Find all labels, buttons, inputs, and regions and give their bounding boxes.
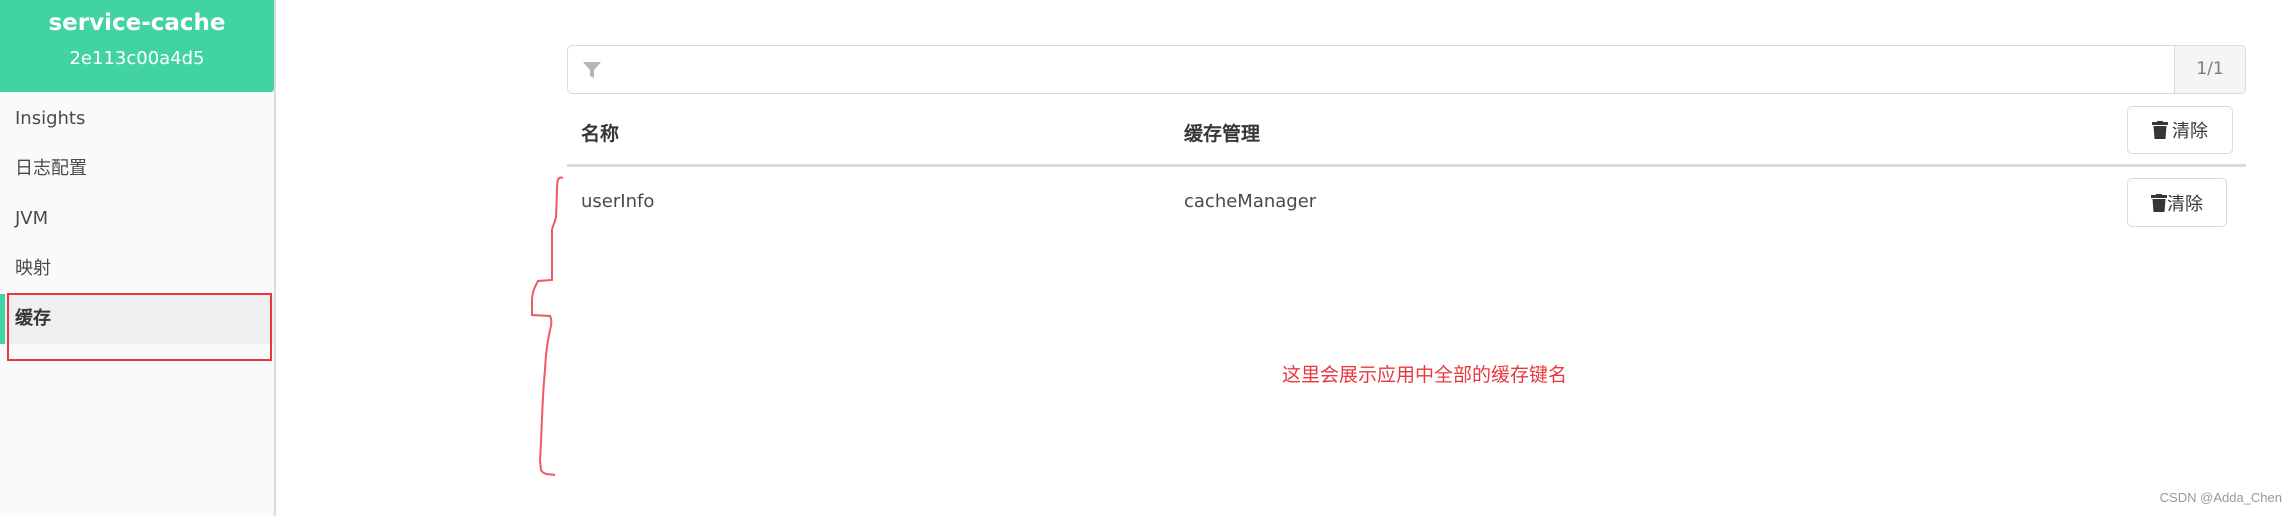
clear-all-button[interactable]: 清除: [2127, 106, 2233, 154]
column-header-cache-manager: 缓存管理: [1184, 123, 1261, 145]
sidebar-item-mappings[interactable]: 映射: [0, 244, 274, 294]
instance-id: 2e113c00a4d5: [69, 48, 205, 69]
annotation-note: 这里会展示应用中全部的缓存键名: [1282, 364, 1568, 386]
app-header: service-cache 2e113c00a4d5: [0, 0, 274, 92]
page-indicator: 1/1: [2174, 46, 2245, 93]
sidebar: service-cache 2e113c00a4d5 Insights 日志配置…: [0, 0, 276, 516]
filter-icon: [583, 62, 601, 78]
annotation-highlight-box: [7, 293, 272, 361]
annotation-brace: [531, 176, 564, 476]
watermark: CSDN @Adda_Chen: [2159, 490, 2282, 505]
trash-icon: [2151, 193, 2167, 212]
cache-manager: cacheManager: [1184, 191, 1317, 212]
filter-bar: 1/1: [567, 45, 2246, 95]
table-row: userInfo cacheManager 清除: [567, 167, 2246, 237]
sidebar-item-insights[interactable]: Insights: [0, 94, 274, 144]
trash-icon: [2152, 121, 2168, 139]
sidebar-item-logging[interactable]: 日志配置: [0, 144, 274, 194]
app-name: service-cache: [48, 10, 226, 36]
clear-cache-label: 清除: [2167, 193, 2203, 215]
column-header-name: 名称: [581, 123, 620, 145]
sidebar-item-jvm[interactable]: JVM: [0, 194, 274, 244]
filter-input[interactable]: [608, 46, 2172, 95]
cache-name: userInfo: [581, 191, 655, 212]
clear-cache-button[interactable]: 清除: [2127, 178, 2227, 227]
clear-all-label: 清除: [2172, 121, 2208, 142]
table-header: 名称 缓存管理 清除: [567, 104, 2246, 167]
